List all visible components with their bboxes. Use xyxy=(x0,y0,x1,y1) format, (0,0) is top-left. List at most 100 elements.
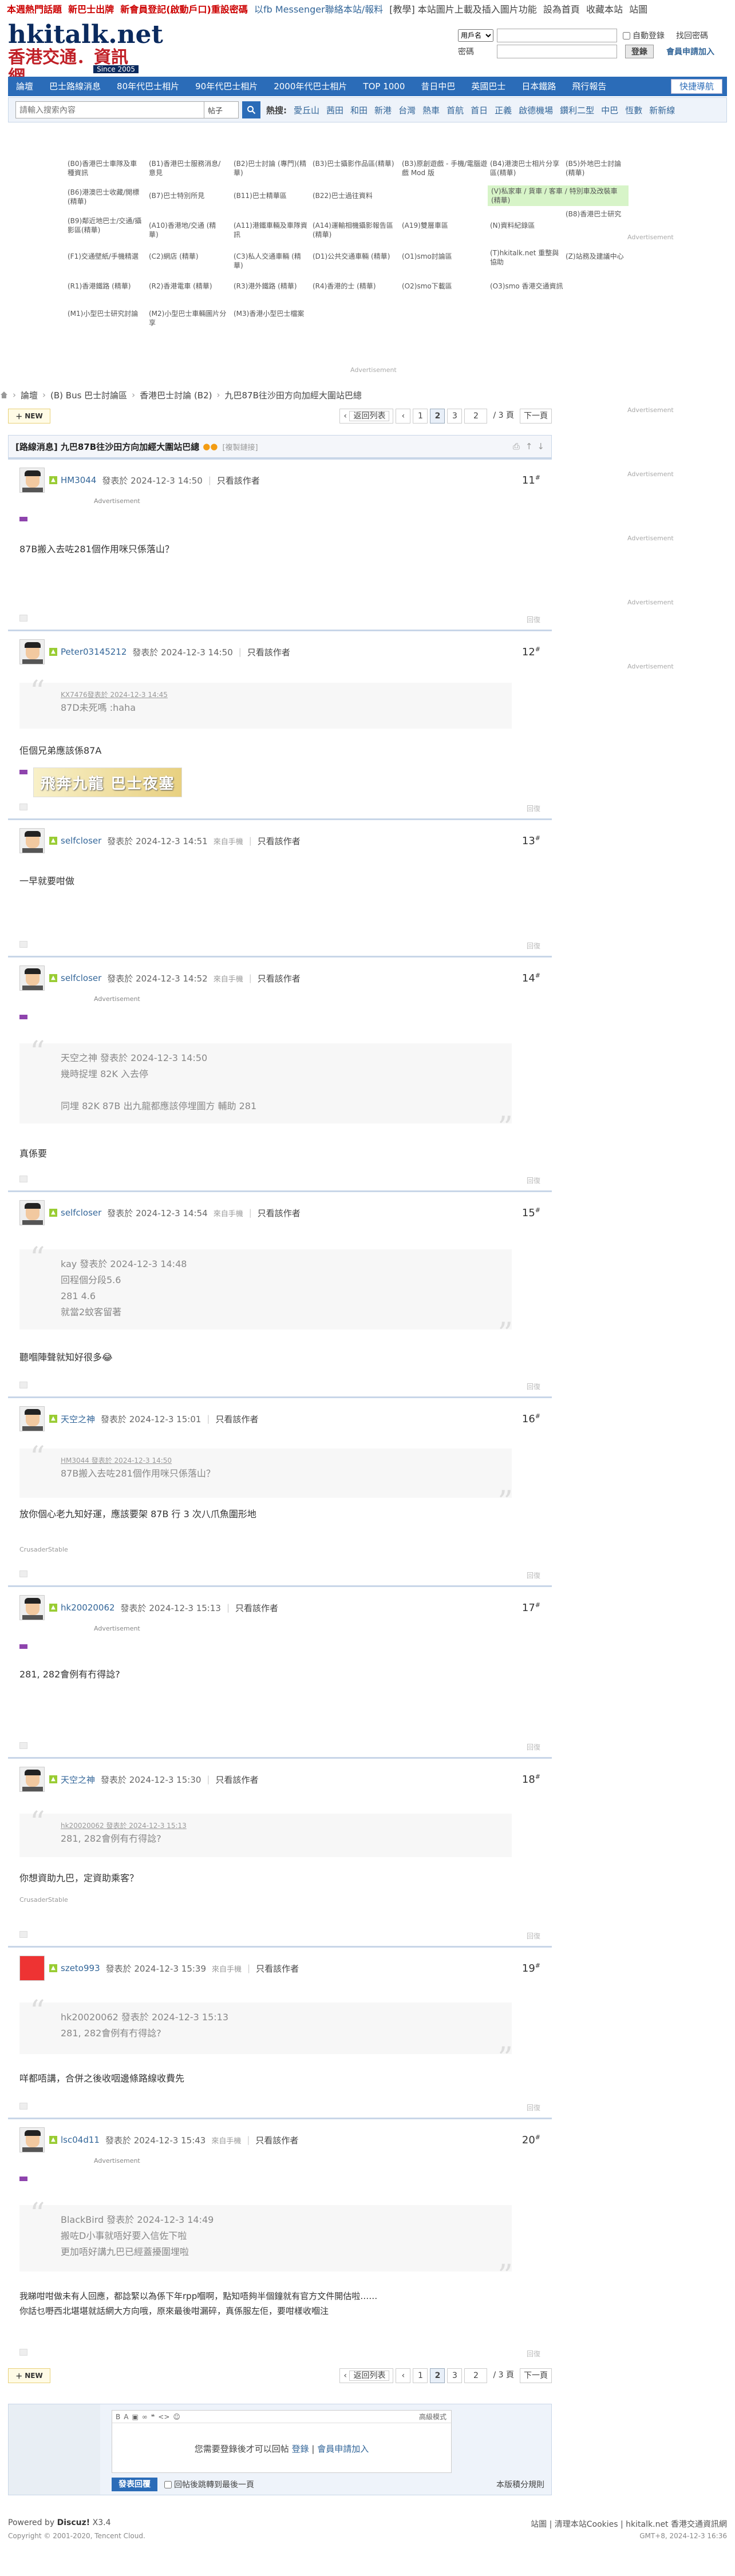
login-button[interactable]: 登錄 xyxy=(625,45,654,58)
hot-keyword[interactable]: 新港 xyxy=(374,104,392,116)
new-thread-button[interactable]: ＋ NEW xyxy=(8,2368,50,2383)
hot-keyword[interactable]: 啟德機場 xyxy=(519,104,553,116)
notice-sitemap[interactable]: 站圖 xyxy=(629,4,647,15)
back-to-list-button[interactable]: ‹ 返回列表 xyxy=(339,409,394,424)
only-this-author-link[interactable]: 只看該作者 xyxy=(217,474,260,486)
nav-item-2000s[interactable]: 2000年代巴士相片 xyxy=(266,77,355,96)
breadcrumb-forum[interactable]: 論壇 xyxy=(21,389,38,401)
reply-editor[interactable]: B A ▣ ∞ ❝ <> ☺ 高級模式 您需要登錄後才可以回帖 登錄 | 會員申… xyxy=(112,2410,452,2473)
forum-link[interactable]: (O2)smo下載區 xyxy=(402,282,482,291)
points-rules-link[interactable]: 本版積分規則 xyxy=(496,2479,544,2490)
hot-keyword[interactable]: 熱車 xyxy=(422,104,440,116)
rate-icon[interactable] xyxy=(19,804,27,810)
forum-link[interactable]: (A11)港鐵車輛及車隊資訊 xyxy=(234,221,314,239)
floor-number[interactable]: 20# xyxy=(522,2134,540,2146)
forum-link[interactable]: (A19)雙層車區 xyxy=(402,221,482,230)
post-author[interactable]: 天空之神 xyxy=(61,1774,95,1786)
only-this-author-link[interactable]: 只看該作者 xyxy=(255,2134,298,2146)
hot-keyword[interactable]: 新新線 xyxy=(649,104,675,116)
nav-item-flight-report[interactable]: 飛行報告 xyxy=(564,77,614,96)
rate-icon[interactable] xyxy=(19,1570,27,1577)
forum-link[interactable]: (A14)運輸相機攝影報告區(精華) xyxy=(313,221,398,239)
reply-link[interactable]: 回復 xyxy=(527,804,540,813)
hot-keyword[interactable]: 首日 xyxy=(471,104,488,116)
password-input[interactable] xyxy=(497,45,617,58)
floor-number[interactable]: 19# xyxy=(522,1962,540,1974)
color-icon[interactable]: A xyxy=(124,2413,128,2421)
reply-link[interactable]: 回復 xyxy=(527,1570,540,1580)
forum-link[interactable]: (C2)網店 (精華) xyxy=(149,252,223,261)
forum-link[interactable]: (F1)交通壁紙/手機精選 xyxy=(68,252,142,261)
forum-link[interactable]: (B3)原創遊戲 - 手機/電腦遊戲 Mod 版 xyxy=(402,159,488,177)
page-1-button[interactable]: 1 xyxy=(413,409,428,424)
floor-number[interactable]: 11# xyxy=(522,474,540,486)
rate-icon[interactable] xyxy=(19,941,27,948)
forum-link-highlighted[interactable]: (V)私家車 / 貨車 / 客車 / 特別車及改裝車 (精華) xyxy=(488,185,629,206)
forum-link[interactable]: (N)資料紀錄區 xyxy=(490,221,564,230)
nav-item-route-news[interactable]: 巴士路線消息 xyxy=(41,77,109,96)
submit-reply-button[interactable]: 發表回覆 xyxy=(112,2478,157,2491)
avatar[interactable] xyxy=(19,639,45,664)
only-this-author-link[interactable]: 只看該作者 xyxy=(256,1962,299,1974)
forum-link[interactable]: (B4)港澳巴士相片分享區(精華) xyxy=(490,159,564,177)
next-thread-icon[interactable]: ↓ xyxy=(537,441,544,452)
forum-link[interactable]: (B11)巴士精華區 xyxy=(234,191,308,200)
breadcrumb-bus[interactable]: (B) Bus 巴士討論區 xyxy=(50,389,127,401)
quote-source[interactable]: hk20020062 發表於 2024-12-3 15:13 xyxy=(61,1821,512,1831)
nav-item-80s[interactable]: 80年代巴士相片 xyxy=(109,77,187,96)
hot-keyword[interactable]: 愛丘山 xyxy=(294,104,319,116)
floor-number[interactable]: 12# xyxy=(522,646,540,658)
reply-link[interactable]: 回復 xyxy=(527,1742,540,1751)
post-author[interactable]: selfcloser xyxy=(61,836,101,846)
post-author[interactable]: lsc04d11 xyxy=(61,2135,100,2145)
discuz-link[interactable]: Discuz! xyxy=(57,2518,90,2527)
jump-last-checkbox[interactable] xyxy=(164,2480,172,2488)
forum-link[interactable]: (M3)香港小型巴士檔案 xyxy=(234,309,314,318)
page-1-button[interactable]: 1 xyxy=(413,2368,428,2383)
nav-item-forum[interactable]: 論壇 xyxy=(8,77,41,96)
post-author[interactable]: Peter03145212 xyxy=(61,647,127,657)
forum-link[interactable]: (B22)巴士過往資料 xyxy=(313,191,398,200)
advanced-mode-link[interactable]: 高級模式 xyxy=(419,2412,446,2421)
post-author[interactable]: szeto993 xyxy=(61,1963,100,1973)
copy-link-button[interactable]: [複製鏈接] xyxy=(222,441,258,452)
rate-icon[interactable] xyxy=(19,1931,27,1938)
forum-link[interactable]: (M1)小型巴士研究討論 xyxy=(68,309,142,318)
link-icon[interactable]: ∞ xyxy=(142,2413,148,2421)
home-icon[interactable] xyxy=(0,391,8,399)
reply-link[interactable]: 回復 xyxy=(527,2103,540,2112)
forum-link[interactable]: (A10)香港地/交通 (精華) xyxy=(149,221,223,239)
reply-link[interactable]: 回復 xyxy=(527,1382,540,1391)
forum-link[interactable]: (D1)公共交通車輛 (精華) xyxy=(313,252,398,261)
forum-link[interactable]: (B3)巴士攝影作品區(精華) xyxy=(313,159,398,168)
forum-link[interactable]: (B8)香港巴士研究 xyxy=(566,209,629,219)
quick-nav-button[interactable]: 快捷導航 xyxy=(670,79,722,94)
forum-link[interactable]: (B9)鄰近地巴士/交通/攝影區(精華) xyxy=(68,216,142,235)
notice-hot-topics[interactable]: 本週熱門話題 xyxy=(7,4,62,15)
prev-page-button[interactable]: ‹ xyxy=(396,409,411,424)
hot-keyword[interactable]: 首航 xyxy=(446,104,464,116)
rate-icon[interactable] xyxy=(19,2103,27,2110)
reply-link[interactable]: 回復 xyxy=(527,615,540,624)
forum-link[interactable]: (B2)巴士討論 (專門)(精華) xyxy=(234,159,308,177)
breadcrumb-thread[interactable]: 九巴87B往沙田方向加經大圍站巴總 xyxy=(224,389,361,401)
forum-link[interactable]: (T)hkitalk.net 重整與 協助 xyxy=(490,248,564,267)
hot-keyword[interactable]: 和田 xyxy=(350,104,368,116)
rate-icon[interactable] xyxy=(19,615,27,622)
reply-link[interactable]: 回復 xyxy=(527,941,540,950)
forum-link[interactable]: (Z)站務及建議中心 xyxy=(566,252,629,261)
forum-link[interactable]: (R1)香港鐵路 (精華) xyxy=(68,282,142,291)
avatar[interactable] xyxy=(19,1767,45,1792)
nav-item-uk-bus[interactable]: 英國巴士 xyxy=(463,77,513,96)
nav-item-old-cmb[interactable]: 昔日中巴 xyxy=(413,77,463,96)
find-password-link[interactable]: 找回密碼 xyxy=(676,30,708,41)
username-input[interactable] xyxy=(497,29,617,42)
floor-number[interactable]: 18# xyxy=(522,1773,540,1786)
avatar[interactable] xyxy=(19,1595,45,1620)
rate-icon[interactable] xyxy=(19,1382,27,1388)
prev-page-button[interactable]: ‹ xyxy=(396,2368,411,2383)
hot-keyword[interactable]: 中巴 xyxy=(601,104,618,116)
post-author[interactable]: 天空之神 xyxy=(61,1413,95,1425)
footer-links[interactable]: 站圖 | 清理本站Cookies | hkitalk.net 香港交通資訊網 xyxy=(531,2518,727,2530)
search-input[interactable] xyxy=(15,101,204,118)
